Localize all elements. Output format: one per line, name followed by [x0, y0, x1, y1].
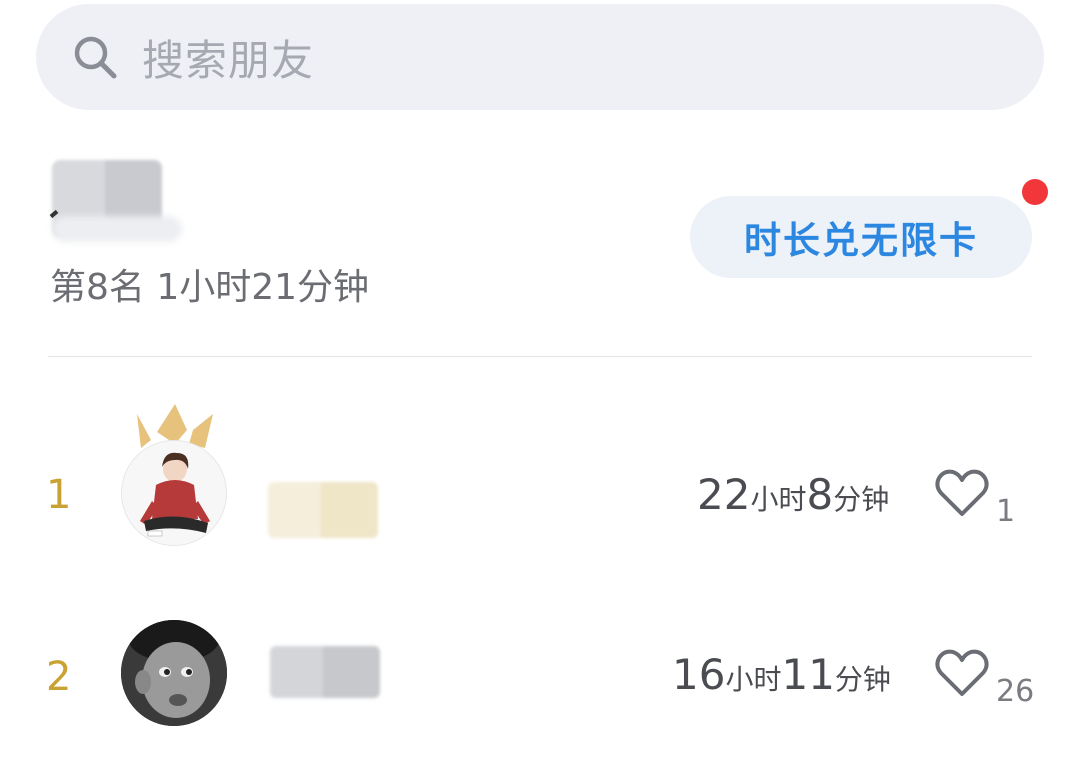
like-count: 1 [996, 494, 1016, 529]
duration: 16 小时 11 分钟 [672, 650, 891, 699]
duration-hours-unit: 小时 [725, 663, 782, 696]
search-placeholder: 搜索朋友 [142, 35, 315, 85]
search-icon [74, 36, 117, 79]
duration-minutes-unit: 分钟 [833, 483, 890, 516]
my-rank-text: 第8名 1小时21分钟 [50, 267, 370, 308]
friend-name-blurred [270, 646, 380, 698]
duration: 22 小时 8 分钟 [697, 470, 889, 519]
divider [48, 356, 1032, 357]
duration-minutes: 11 [781, 650, 835, 699]
heart-icon[interactable] [934, 648, 990, 698]
duration-hours: 22 [697, 470, 751, 519]
friend-ranking-page: 搜索朋友 第8名 1小时21分钟 时长兑无限卡 1 ★ 22 小时 8 分钟 1… [0, 0, 1080, 764]
duration-minutes: 8 [806, 470, 834, 519]
redeem-unlimited-card-button[interactable]: 时长兑无限卡 [690, 196, 1032, 278]
avatar[interactable]: ★ [121, 440, 227, 546]
search-bar[interactable]: 搜索朋友 [36, 4, 1044, 110]
notification-dot [1022, 179, 1048, 205]
friend-name-blurred [268, 482, 378, 538]
rank-number: 1 [46, 472, 72, 518]
avatar-illustration: ★ [122, 441, 226, 545]
avatar[interactable] [121, 620, 227, 726]
avatar-photo [121, 620, 227, 726]
svg-text:★: ★ [214, 531, 223, 542]
my-name-blurred [52, 160, 162, 238]
duration-hours-unit: 小时 [750, 483, 807, 516]
like-count: 26 [996, 674, 1035, 709]
rank-number: 2 [46, 654, 72, 700]
heart-icon[interactable] [934, 468, 990, 518]
duration-hours: 16 [672, 650, 726, 699]
duration-minutes-unit: 分钟 [834, 663, 891, 696]
